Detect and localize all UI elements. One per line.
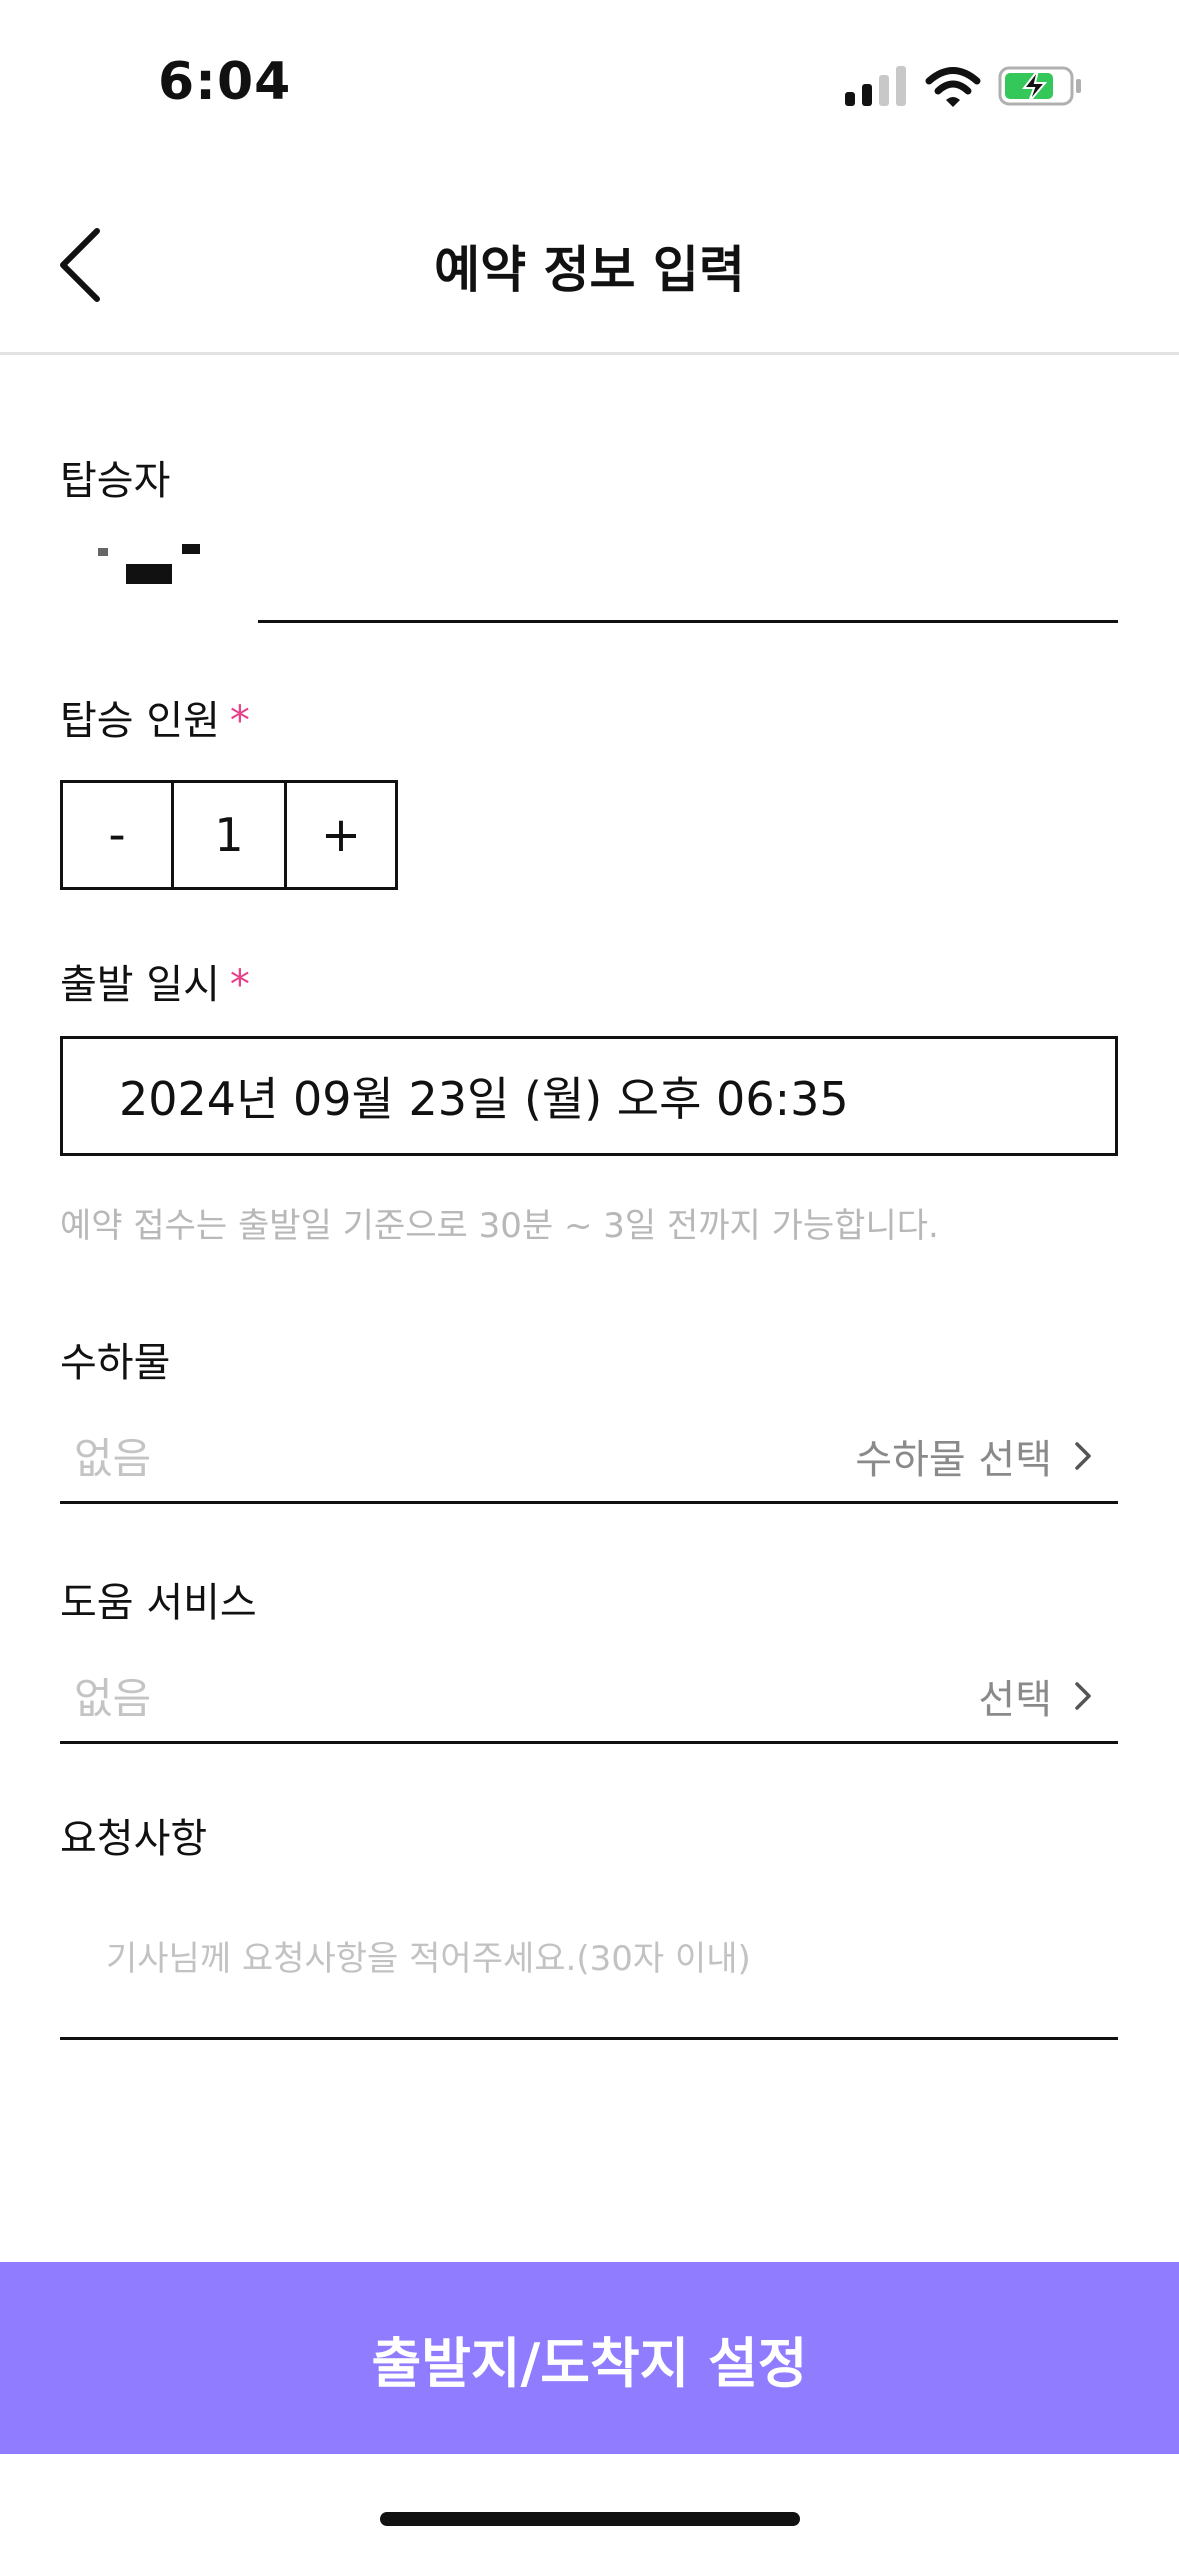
status-time: 6:04 — [158, 52, 292, 112]
page-title: 예약 정보 입력 — [434, 241, 745, 299]
passenger-underline — [258, 620, 1118, 623]
decrement-button[interactable]: - — [63, 783, 171, 887]
luggage-select-action: 수하물 선택 — [855, 1427, 1118, 1485]
passenger-count-value: 1 — [171, 783, 287, 887]
passenger-count-label: 탑승 인원 * — [60, 688, 250, 746]
wifi-icon — [925, 67, 981, 107]
home-indicator — [380, 2512, 800, 2526]
assist-service-label: 도움 서비스 — [60, 1580, 257, 1626]
reservation-hint: 예약 접수는 출발일 기준으로 30분 ~ 3일 전까지 가능합니다. — [60, 1206, 939, 1246]
luggage-label: 수하물 — [60, 1340, 171, 1386]
assist-service-select[interactable]: 없음 선택 — [60, 1650, 1118, 1744]
request-label: 요청사항 — [60, 1816, 208, 1862]
cellular-signal-icon — [845, 66, 906, 106]
departure-datetime-field[interactable]: 2024년 09월 23일 (월) 오후 06:35 — [60, 1036, 1118, 1156]
passenger-label: 탑승자 — [60, 458, 171, 504]
passenger-count-label-text: 탑승 인원 — [60, 698, 220, 744]
assist-service-select-action-label: 선택 — [978, 1676, 1052, 1723]
passenger-count-stepper: - 1 + — [60, 780, 398, 890]
luggage-select-action-label: 수하물 선택 — [855, 1436, 1052, 1483]
luggage-select[interactable]: 없음 수하물 선택 — [60, 1410, 1118, 1504]
assist-service-value: 없음 — [74, 1674, 152, 1723]
chevron-right-icon — [1075, 1681, 1091, 1710]
battery-charging-icon — [998, 66, 1081, 106]
required-mark: * — [229, 698, 250, 744]
assist-service-select-action: 선택 — [978, 1667, 1118, 1725]
passenger-name-redacted — [98, 544, 200, 584]
request-input[interactable] — [60, 1880, 1118, 2040]
increment-button[interactable]: + — [287, 783, 395, 887]
required-mark: * — [229, 962, 250, 1008]
header-divider — [0, 352, 1179, 355]
luggage-value: 없음 — [74, 1434, 152, 1483]
set-origin-destination-button[interactable]: 출발지/도착지 설정 — [0, 2262, 1179, 2454]
departure-datetime-label: 출발 일시 * — [60, 952, 250, 1010]
chevron-right-icon — [1075, 1441, 1091, 1470]
departure-datetime-label-text: 출발 일시 — [60, 962, 220, 1008]
